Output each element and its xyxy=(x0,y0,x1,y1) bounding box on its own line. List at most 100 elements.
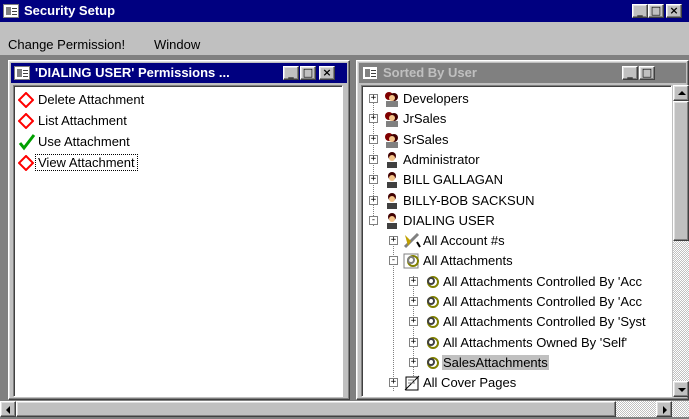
tree-node-label: DIALING USER xyxy=(403,212,495,228)
tree-node[interactable]: + Administrator xyxy=(366,150,671,170)
user-icon xyxy=(383,192,401,210)
tree-node[interactable]: - All Attachments xyxy=(386,251,671,271)
tree-node[interactable]: + All Attachments Owned By 'Self' xyxy=(406,333,671,353)
app-icon[interactable] xyxy=(3,4,19,18)
expand-icon[interactable]: + xyxy=(409,317,418,327)
right-arrow-icon xyxy=(663,406,667,414)
tree-node[interactable]: + Developers xyxy=(366,89,671,109)
tree-node[interactable]: + SalesAttachments xyxy=(406,353,671,373)
tree-node-label: All Attachments Owned By 'Self' xyxy=(443,334,628,350)
tree-node[interactable]: + All Account #s xyxy=(386,231,671,251)
app-title-bar[interactable]: Security Setup _ □ × xyxy=(0,0,689,22)
expand-icon[interactable]: + xyxy=(369,195,378,205)
attachment-icon xyxy=(423,313,441,331)
tree-node-label: Administrator xyxy=(403,151,480,167)
expand-icon[interactable]: + xyxy=(369,114,378,124)
expand-icon[interactable]: + xyxy=(369,154,378,164)
tree-node-label: BILLY-BOB SACKSUN xyxy=(403,192,535,208)
scroll-down-button[interactable] xyxy=(673,381,689,397)
expand-icon[interactable]: + xyxy=(409,276,418,286)
expand-icon[interactable]: + xyxy=(389,378,398,388)
tree-node-label: All Cover Pages xyxy=(423,375,517,391)
maximize-button[interactable]: □ xyxy=(648,4,664,18)
menu-bar: Change Permission! Window xyxy=(0,22,689,56)
permission-label: List Attachment xyxy=(38,113,127,128)
expand-icon[interactable]: + xyxy=(389,236,398,246)
horizontal-scroll-thumb[interactable] xyxy=(16,401,616,417)
sorted-by-user-window[interactable]: Sorted By User _ □ + Developers + JrSales + S… xyxy=(356,60,689,400)
permissions-maximize-button[interactable]: □ xyxy=(300,66,316,80)
tree-node[interactable]: + All Attachments Controlled By 'Syst xyxy=(406,312,671,332)
tree-node[interactable]: + JrSales xyxy=(366,109,671,129)
tree-node-label: SalesAttachments xyxy=(442,354,549,370)
scroll-left-button[interactable] xyxy=(0,401,16,417)
close-button[interactable]: × xyxy=(666,4,682,18)
permissions-minimize-button[interactable]: _ xyxy=(283,66,299,80)
red-diamond-icon xyxy=(18,92,34,108)
attachment-icon xyxy=(423,293,441,311)
tree-title-bar[interactable]: Sorted By User _ □ xyxy=(359,63,686,83)
window-icon[interactable] xyxy=(14,66,30,80)
expand-icon[interactable]: + xyxy=(409,297,418,306)
tree-node[interactable]: - DIALING USER xyxy=(366,211,671,231)
window-icon[interactable] xyxy=(362,66,378,80)
client-horizontal-scrollbar[interactable] xyxy=(0,401,689,417)
tree-minimize-button[interactable]: _ xyxy=(622,66,638,80)
user-icon xyxy=(383,171,401,189)
user-icon xyxy=(383,151,401,169)
tree-node[interactable]: + BILL GALLAGAN xyxy=(366,170,671,190)
tree-node[interactable]: + All Attachments Controlled By 'Acc xyxy=(406,272,671,292)
tree-node-label: SrSales xyxy=(403,131,449,147)
permissions-title-bar[interactable]: 'DIALING USER' Permissions ... _ □ × xyxy=(11,63,347,83)
scroll-thumb[interactable] xyxy=(673,101,689,241)
user-icon xyxy=(383,212,401,230)
app-title: Security Setup xyxy=(24,3,116,18)
permissions-window-title: 'DIALING USER' Permissions ... xyxy=(35,65,230,80)
tree-node-label: Developers xyxy=(403,91,469,106)
expand-icon[interactable]: + xyxy=(409,357,418,367)
expand-icon[interactable]: + xyxy=(369,175,378,185)
tree-vertical-scrollbar[interactable] xyxy=(673,85,689,397)
tree-node-label: All Account #s xyxy=(423,233,505,249)
expand-icon[interactable]: + xyxy=(369,134,378,144)
user-group-icon xyxy=(383,90,401,108)
tree-node[interactable]: + All Attachments Controlled By 'Acc xyxy=(406,292,671,312)
red-diamond-icon xyxy=(18,155,34,171)
permission-label: Delete Attachment xyxy=(38,92,145,107)
menu-change-permission[interactable]: Change Permission! xyxy=(8,37,125,52)
permissions-window[interactable]: 'DIALING USER' Permissions ... _ □ × Del… xyxy=(8,60,350,400)
tree-node-label: All Attachments xyxy=(423,253,513,269)
tree-node[interactable]: + BILLY-BOB SACKSUN xyxy=(366,191,671,211)
menu-window[interactable]: Window xyxy=(154,37,200,52)
minimize-button[interactable]: _ xyxy=(632,4,648,18)
tree-node-label: JrSales xyxy=(403,111,447,127)
account-icon xyxy=(403,232,421,250)
tree-maximize-button[interactable]: □ xyxy=(639,66,655,80)
expand-icon[interactable]: + xyxy=(409,337,418,347)
user-group-icon xyxy=(383,110,401,128)
permission-label: Use Attachment xyxy=(38,134,130,149)
green-check-icon xyxy=(18,134,36,151)
expand-icon[interactable]: + xyxy=(369,94,378,103)
tree-node[interactable]: + All Cover Pages xyxy=(386,373,671,393)
down-arrow-icon xyxy=(678,388,686,392)
tree-window-title: Sorted By User xyxy=(383,65,477,80)
scroll-up-button[interactable] xyxy=(673,85,689,101)
permission-label: View Attachment xyxy=(35,154,138,171)
cover-page-icon xyxy=(403,374,421,392)
mdi-client-area: 'DIALING USER' Permissions ... _ □ × Del… xyxy=(0,56,689,419)
scroll-right-button[interactable] xyxy=(656,401,672,417)
tree-node-label: All Attachments Controlled By 'Syst xyxy=(443,314,646,330)
collapse-icon[interactable]: - xyxy=(389,256,398,266)
tree-node-label: All Attachments Controlled By 'Acc xyxy=(443,294,643,309)
tree-node[interactable]: + SrSales xyxy=(366,130,671,150)
user-group-icon xyxy=(383,131,401,149)
up-arrow-icon xyxy=(678,91,686,95)
attachment-icon xyxy=(423,334,441,352)
attachment-group-icon xyxy=(403,252,421,270)
red-diamond-icon xyxy=(18,113,34,129)
permissions-close-button[interactable]: × xyxy=(319,66,335,80)
tree-node-label: All Attachments Controlled By 'Acc xyxy=(443,273,643,289)
tree-node-label: BILL GALLAGAN xyxy=(403,172,503,188)
collapse-icon[interactable]: - xyxy=(369,215,378,225)
